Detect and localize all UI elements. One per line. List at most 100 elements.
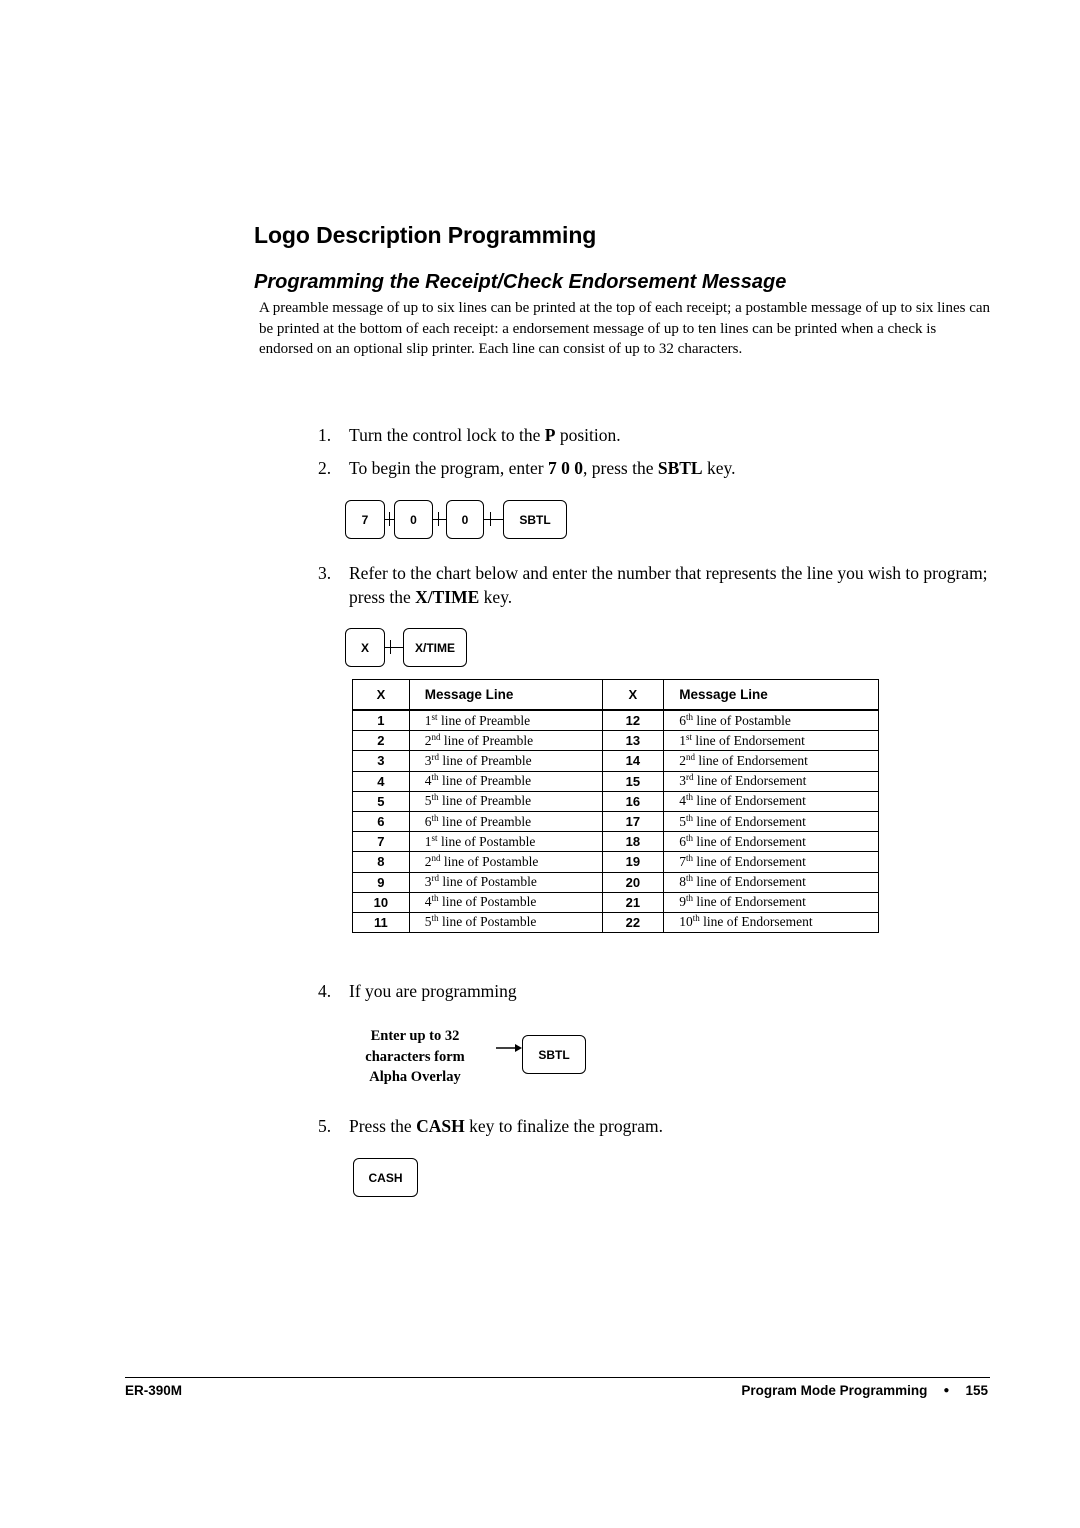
message-line-text: line of Preamble [439,752,532,768]
cell-x: 6 [352,810,410,833]
ordinal-suffix: th [431,812,439,823]
footer-chapter: Program Mode Programming [741,1383,928,1398]
cell-message-line: 2nd line of Postamble [408,851,603,873]
key-connector-tick [390,640,391,654]
cell-message-line: 2nd line of Preamble [408,730,603,752]
table-row: 4 4th line of Preamble 15 3rd line of Endor… [352,770,879,792]
step-text-segment: key to finalize the program. [464,1116,663,1136]
ordinal-number: 6 [424,813,432,829]
header-message-line: Message Line [408,679,603,711]
header-x: X [601,679,665,711]
ordinal-number: 5 [424,793,432,809]
header-x: X [352,679,410,711]
bullet-icon: ● [943,1385,950,1396]
ordinal-suffix: th [431,792,439,803]
cell-message-line: 3rd line of Preamble [408,750,603,772]
cell-message-line: 6th line of Preamble [408,810,603,833]
cell-x: 3 [352,750,410,772]
section-title: Programming the Receipt/Check Endorsemen… [254,271,787,293]
page-title: Logo Description Programming [254,222,597,248]
step-3: 3. Refer to the chart below and enter th… [318,562,989,609]
message-line-text: line of Endorsement [699,914,813,930]
intro-paragraph: A preamble message of up to six lines ca… [259,300,991,358]
message-line-text: line of Postamble [439,874,537,890]
table-body: 1 1st line of Preamble 12 6th line of Posta… [352,709,879,934]
step-number: 2. [318,458,332,478]
cell-message-line: 4th line of Postamble [408,891,603,913]
message-line-text: line of Preamble [437,712,531,728]
cell-x: 7 [352,831,410,853]
ordinal-suffix: rd [431,751,440,762]
cell-message-line: 9th line of Endorsement [663,891,879,913]
ordinal-number: 1 [424,712,432,728]
cell-x: 21 [601,891,665,913]
step-2: 2. To begin the program, enter 7 0 0, pr… [318,457,989,481]
message-line-text: line of Postamble [693,712,791,728]
key-connector [483,519,503,520]
step-text-segment: key. [702,458,736,478]
cell-message-line: 6th line of Postamble [663,709,879,732]
footer-model: ER-390M [125,1383,183,1398]
ordinal-suffix: th [686,812,694,823]
message-line-text: line of Preamble [438,813,532,829]
cell-x: 4 [352,770,410,792]
ordinal-suffix: rd [686,772,694,783]
key-connector-tick [438,512,439,526]
cell-message-line: 1st line of Preamble [408,709,603,732]
message-line-text: line of Postamble [438,914,537,930]
step-text-segment: Press the [349,1116,417,1136]
message-line-text: line of Endorsement [692,732,805,748]
alpha-overlay-note: Enter up to 32 characters form Alpha Ove… [345,1026,485,1088]
ordinal-suffix: th [431,893,439,904]
table-row: 3 3rd line of Preamble 14 2nd line of Endor… [352,750,879,772]
key-x-time: X/TIME [403,628,467,667]
table-row: 10 4th line of Postamble 21 9th line of End… [352,891,879,913]
step-text: Turn the control lock to the P position. [349,424,989,448]
table-row: 6 6th line of Preamble 17 5th line of Endor… [352,810,879,833]
ordinal-suffix: th [692,913,700,924]
ordinal-suffix: th [686,852,694,863]
cell-message-line: 4th line of Preamble [408,770,603,792]
arrow-right-icon [496,1044,522,1052]
cell-x: 10 [352,891,410,913]
cell-x: 9 [352,871,410,893]
step-text-bold: CASH [416,1116,465,1136]
key-0: 0 [446,500,484,539]
cell-x: 1 [352,709,410,732]
cell-message-line: 7th line of Endorsement [663,851,879,873]
table-row: 8 2nd line of Postamble 19 7th line of Endo… [352,851,879,873]
ordinal-suffix: th [686,832,694,843]
message-line-text: line of Endorsement [693,793,806,809]
key-7: 7 [345,500,385,539]
ordinal-suffix: th [686,792,694,803]
message-line-text: line of Endorsement [693,853,806,869]
key-x: X [345,628,385,667]
cell-message-line: 1st line of Postamble [408,831,603,853]
message-line-text: line of Postamble [438,894,537,910]
message-line-text: line of Endorsement [693,813,806,829]
message-line-text: line of Endorsement [695,752,808,768]
cell-message-line: 2nd line of Endorsement [663,750,879,772]
step-text-bold: P [544,425,556,445]
key-connector [384,647,404,648]
step-4: 4. If you are programming [318,980,989,1004]
step-text: Refer to the chart below and enter the n… [349,562,989,609]
step-text-segment: To begin the program, enter [349,458,548,478]
ordinal-suffix: th [686,711,694,722]
message-line-table: X Message Line X Message Line 1 1st line … [352,679,879,934]
ordinal-suffix: th [686,873,694,884]
message-line-text: line of Preamble [438,773,532,789]
message-line-text: line of Postamble [437,833,536,849]
ordinal-number: 5 [424,914,432,930]
cell-x: 12 [601,709,665,732]
table-header-row: X Message Line X Message Line [352,679,879,711]
ordinal-suffix: th [686,893,694,904]
footer-divider [125,1377,990,1378]
cell-x: 18 [601,831,665,853]
message-line-text: line of Postamble [440,853,539,869]
key-cash: CASH [353,1158,418,1197]
key-sbtl: SBTL [522,1035,586,1074]
cell-message-line: 8th line of Endorsement [663,871,879,893]
ordinal-number: 3 [424,874,432,890]
ordinal-suffix: th [431,913,439,924]
